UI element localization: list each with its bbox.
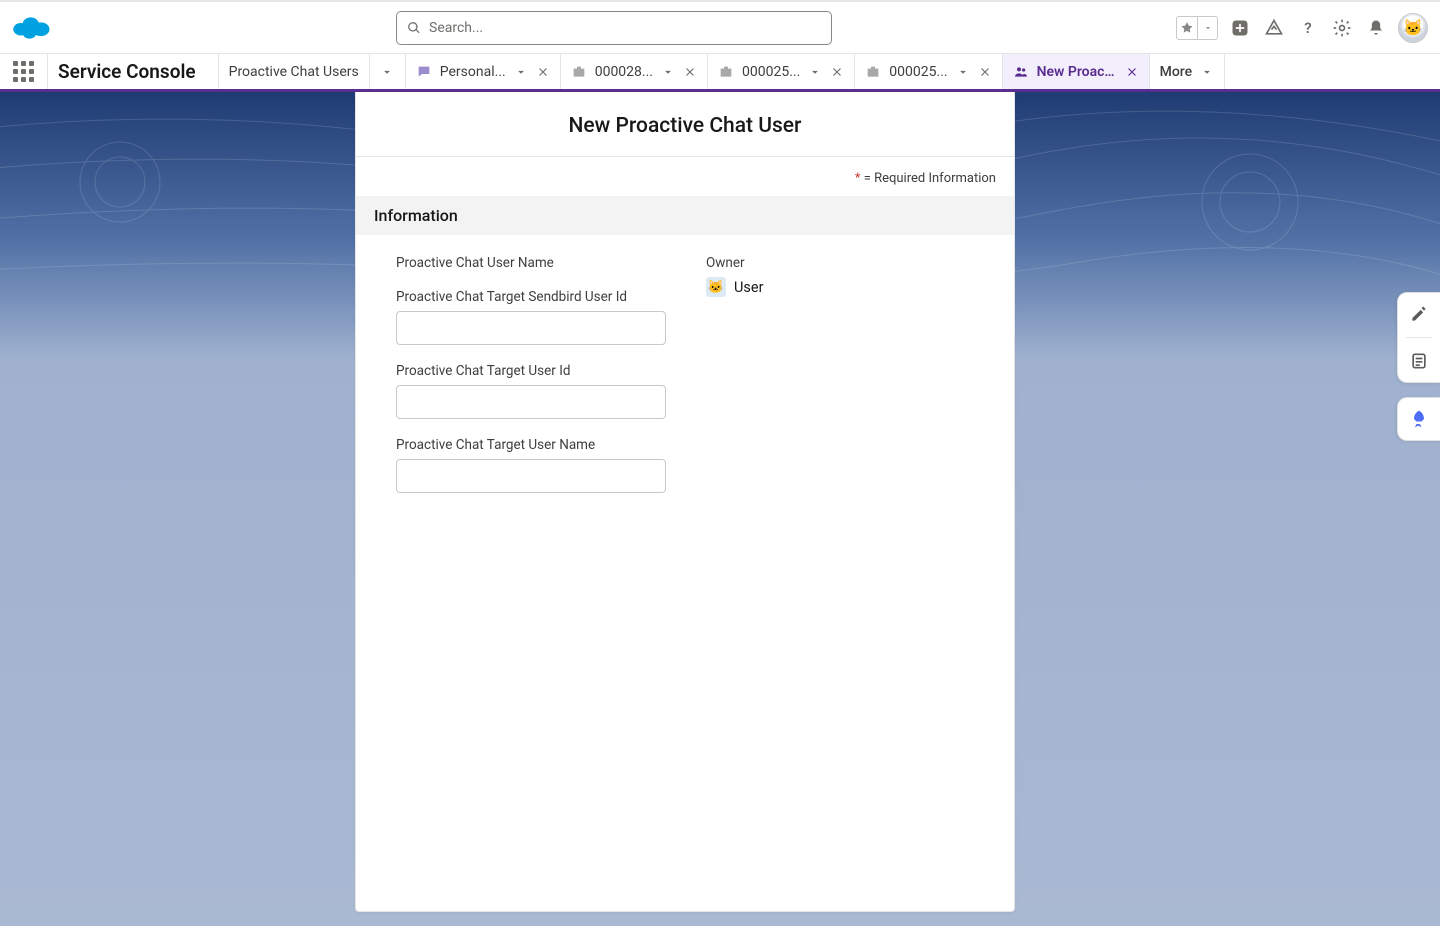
tab-label: 000025... (742, 64, 800, 80)
briefcase-icon (571, 64, 587, 80)
tab-case-000025-a[interactable]: 000025... (708, 54, 855, 89)
waffle-icon (13, 61, 34, 82)
header-actions: ? 🐱 (1176, 13, 1428, 43)
chevron-down-icon[interactable] (808, 65, 822, 79)
tab-label: 000025... (889, 64, 947, 80)
setup-button[interactable] (1330, 16, 1354, 40)
help-button[interactable]: ? (1296, 16, 1320, 40)
field-label: Proactive Chat User Name (396, 255, 666, 271)
rocket-icon (1409, 409, 1429, 429)
field-owner: Owner 🐱 User (706, 255, 974, 297)
star-icon[interactable] (1177, 17, 1197, 39)
input-target-user-name[interactable] (396, 459, 666, 493)
app-launcher[interactable] (0, 54, 48, 89)
chevron-down-icon (380, 65, 394, 79)
close-icon[interactable] (978, 65, 992, 79)
form-left-column: Proactive Chat User Name Proactive Chat … (396, 255, 666, 511)
tab-more[interactable]: More (1150, 54, 1226, 89)
chevron-down-icon[interactable] (661, 65, 675, 79)
tab-label: 000028... (595, 64, 653, 80)
tab-proactive-chat-users[interactable]: Proactive Chat Users (219, 54, 370, 89)
edit-icon (1409, 304, 1429, 324)
chevron-down-icon[interactable] (514, 65, 528, 79)
close-icon[interactable] (1125, 65, 1139, 79)
chevron-down-icon[interactable] (1197, 17, 1217, 39)
global-search[interactable]: Search... (396, 11, 832, 45)
note-icon (1409, 351, 1429, 371)
tab-label: New Proacti... (1037, 64, 1117, 80)
chat-icon (416, 64, 432, 80)
field-label: Proactive Chat Target User Name (396, 437, 666, 453)
dock-guidance-button[interactable] (1406, 406, 1432, 432)
app-name: Service Console (48, 54, 219, 89)
gear-icon (1332, 18, 1352, 38)
tab-label: Proactive Chat Users (229, 64, 359, 80)
bell-icon (1366, 18, 1386, 38)
new-record-panel: New Proactive Chat User * = Required Inf… (355, 92, 1015, 912)
salesforce-logo[interactable] (12, 14, 52, 42)
tab-case-000028[interactable]: 000028... (561, 54, 708, 89)
owner-value: User (734, 279, 764, 296)
owner-value-row: 🐱 User (706, 277, 974, 297)
field-proactive-chat-user-name: Proactive Chat User Name (396, 255, 666, 271)
dock-notes-button[interactable] (1406, 348, 1432, 374)
search-icon (407, 21, 421, 35)
chevron-down-icon[interactable] (956, 65, 970, 79)
owner-icon: 🐱 (706, 277, 726, 297)
workspace-tab-bar: Service Console Proactive Chat Users Per… (0, 54, 1440, 92)
field-label: Proactive Chat Target Sendbird User Id (396, 289, 666, 305)
global-create-button[interactable] (1228, 16, 1252, 40)
dock-edit-button[interactable] (1406, 301, 1432, 327)
tab-case-000025-b[interactable]: 000025... (855, 54, 1002, 89)
required-info-note: * = Required Information (356, 157, 1014, 196)
form-right-column: Owner 🐱 User (706, 255, 974, 511)
form-grid: Proactive Chat User Name Proactive Chat … (356, 235, 1014, 531)
work-area: New Proactive Chat User * = Required Inf… (0, 92, 1440, 926)
dock-card-guidance (1397, 397, 1440, 441)
trailhead-button[interactable] (1262, 16, 1286, 40)
close-icon[interactable] (830, 65, 844, 79)
plus-icon (1230, 18, 1250, 38)
tab-proactive-chat-users-menu[interactable] (370, 54, 406, 89)
global-header: Search... ? 🐱 (0, 0, 1440, 54)
tab-new-proactive-chat-user[interactable]: New Proacti... (1003, 54, 1150, 89)
field-target-user-name: Proactive Chat Target User Name (396, 437, 666, 493)
trailhead-icon (1264, 18, 1284, 38)
favorites-combo[interactable] (1176, 16, 1218, 40)
utility-dock (1397, 292, 1440, 441)
field-sendbird-user-id: Proactive Chat Target Sendbird User Id (396, 289, 666, 345)
section-heading-information: Information (356, 196, 1014, 235)
panel-title: New Proactive Chat User (356, 92, 1014, 157)
close-icon[interactable] (683, 65, 697, 79)
tab-label: Personal... (440, 64, 506, 80)
briefcase-icon (865, 64, 881, 80)
help-icon: ? (1298, 18, 1318, 38)
svg-text:?: ? (1304, 19, 1311, 37)
field-label: Owner (706, 255, 974, 271)
chevron-down-icon (1200, 65, 1214, 79)
briefcase-icon (718, 64, 734, 80)
user-avatar[interactable]: 🐱 (1398, 13, 1428, 43)
field-label: Proactive Chat Target User Id (396, 363, 666, 379)
field-target-user-id: Proactive Chat Target User Id (396, 363, 666, 419)
search-placeholder: Search... (429, 20, 483, 36)
input-sendbird-user-id[interactable] (396, 311, 666, 345)
people-icon (1013, 64, 1029, 80)
input-target-user-id[interactable] (396, 385, 666, 419)
dock-card-tools (1397, 292, 1440, 383)
tab-personal[interactable]: Personal... (406, 54, 561, 89)
close-icon[interactable] (536, 65, 550, 79)
tab-more-label: More (1160, 64, 1193, 80)
notifications-button[interactable] (1364, 16, 1388, 40)
